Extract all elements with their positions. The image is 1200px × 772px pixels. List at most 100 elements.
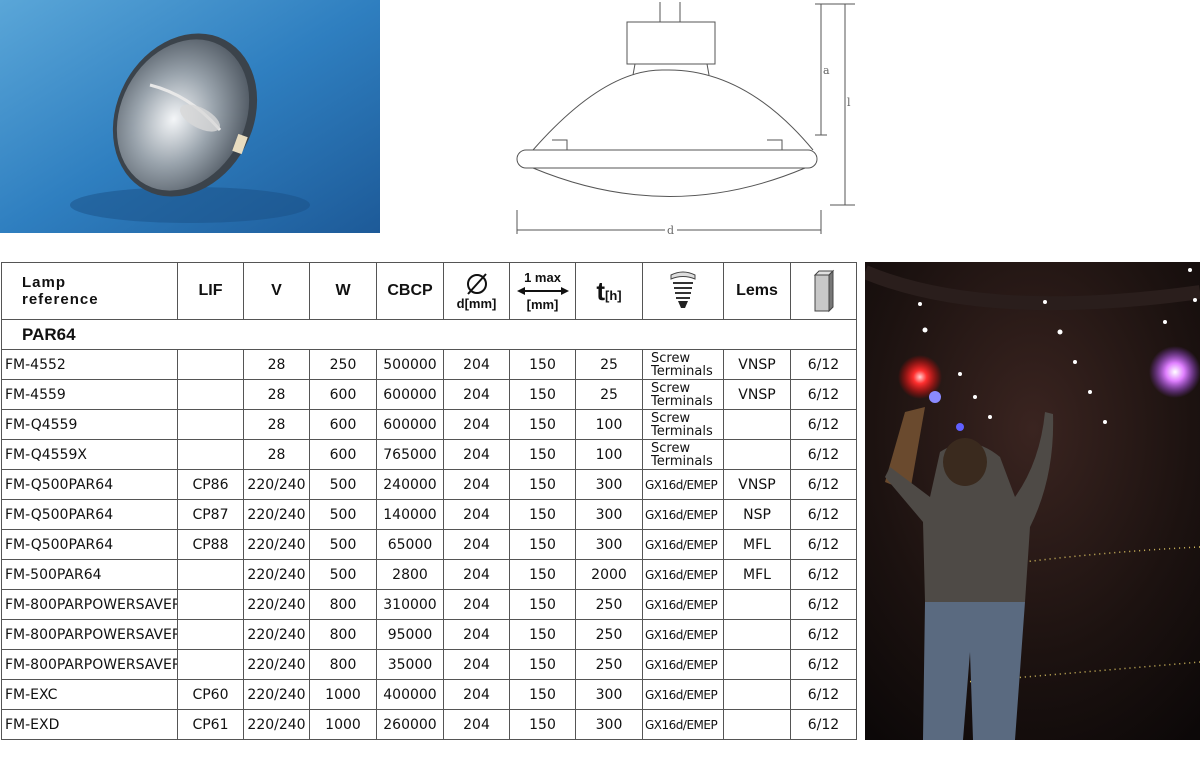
cell-wattage: 800 <box>309 619 377 650</box>
table-row: FM-EXD CP61 220/240 1000 260000 204 150 300 GX16… <box>1 709 857 740</box>
diameter-icon <box>466 272 487 295</box>
section-row: PAR64 <box>1 319 857 350</box>
cell-voltage: 220/240 <box>243 679 310 710</box>
cell-lamp-reference: FM-EXD <box>1 709 178 740</box>
cell-life-hours: 300 <box>575 529 643 560</box>
pack-box-icon <box>813 269 834 313</box>
cell-lamp-reference: FM-800PARPOWERSAVER" <box>1 619 178 650</box>
cell-diameter: 204 <box>443 559 510 590</box>
header-life-hours: t[h] <box>575 262 643 320</box>
cell-voltage: 220/240 <box>243 559 310 590</box>
cell-cbcp: 765000 <box>376 439 444 470</box>
cell-lif <box>177 349 244 380</box>
cell-length: 150 <box>509 589 576 620</box>
cell-lens: VNSP <box>723 349 791 380</box>
cell-wattage: 500 <box>309 559 377 590</box>
cell-pack: 6/12 <box>790 709 857 740</box>
lamp-base-shape <box>626 21 716 65</box>
cell-length: 150 <box>509 559 576 590</box>
cell-length: 150 <box>509 529 576 560</box>
cell-pack: 6/12 <box>790 469 857 500</box>
table-header-row: Lamp reference LIF V W CBCP d[mm] 1 max <box>1 262 857 320</box>
cell-voltage: 220/240 <box>243 589 310 620</box>
cell-lens: NSP <box>723 499 791 530</box>
cell-lens <box>723 679 791 710</box>
cell-lens: MFL <box>723 559 791 590</box>
cell-life-hours: 250 <box>575 649 643 680</box>
cell-lif <box>177 619 244 650</box>
cell-length: 150 <box>509 619 576 650</box>
cell-voltage: 28 <box>243 379 310 410</box>
cell-life-hours: 250 <box>575 589 643 620</box>
cell-length: 150 <box>509 379 576 410</box>
cell-cbcp: 310000 <box>376 589 444 620</box>
rim-tabs <box>552 139 783 150</box>
header-wattage: W <box>309 262 377 320</box>
header-voltage: V <box>243 262 310 320</box>
cell-lamp-reference: FM-Q4559X <box>1 439 178 470</box>
table-row: FM-Q4559 28 600 600000 204 150 100 Screw Termina… <box>1 409 857 440</box>
cell-cap: Screw Terminals <box>642 409 724 440</box>
cell-lif <box>177 649 244 680</box>
cell-cap: Screw Terminals <box>642 439 724 470</box>
cell-cbcp: 600000 <box>376 409 444 440</box>
cell-lens <box>723 649 791 680</box>
cell-cbcp: 65000 <box>376 529 444 560</box>
header-lens: Lems <box>723 262 791 320</box>
header-diameter: d[mm] <box>443 262 510 320</box>
cell-voltage: 220/240 <box>243 649 310 680</box>
cell-cbcp: 95000 <box>376 619 444 650</box>
cell-diameter: 204 <box>443 469 510 500</box>
cell-lamp-reference: FM-EXC <box>1 679 178 710</box>
cell-diameter: 204 <box>443 619 510 650</box>
cell-lif <box>177 559 244 590</box>
cell-voltage: 28 <box>243 409 310 440</box>
lamp-base-icon <box>670 271 696 308</box>
cell-lens <box>723 439 791 470</box>
cell-life-hours: 300 <box>575 679 643 710</box>
cell-diameter: 204 <box>443 709 510 740</box>
cell-lamp-reference: FM-500PAR64 <box>1 559 178 590</box>
cell-wattage: 250 <box>309 349 377 380</box>
cell-lens <box>723 409 791 440</box>
cell-voltage: 220/240 <box>243 499 310 530</box>
cell-cap: Screw Terminals <box>642 379 724 410</box>
cell-life-hours: 300 <box>575 499 643 530</box>
cell-length: 150 <box>509 679 576 710</box>
cell-wattage: 600 <box>309 439 377 470</box>
cell-pack: 6/12 <box>790 499 857 530</box>
cell-pack: 6/12 <box>790 529 857 560</box>
cell-length: 150 <box>509 409 576 440</box>
cell-life-hours: 100 <box>575 439 643 470</box>
header-lif: LIF <box>177 262 244 320</box>
cell-wattage: 800 <box>309 589 377 620</box>
cell-cbcp: 500000 <box>376 349 444 380</box>
cell-voltage: 28 <box>243 349 310 380</box>
cell-life-hours: 25 <box>575 349 643 380</box>
header-lamp-reference: Lamp reference <box>1 262 178 320</box>
cell-voltage: 220/240 <box>243 709 310 740</box>
cell-voltage: 220/240 <box>243 469 310 500</box>
cell-lamp-reference: FM-Q500PAR64 <box>1 469 178 500</box>
cell-lif: CP61 <box>177 709 244 740</box>
cell-pack: 6/12 <box>790 349 857 380</box>
cell-cbcp: 260000 <box>376 709 444 740</box>
cell-pack: 6/12 <box>790 589 857 620</box>
cell-lamp-reference: FM-Q500PAR64 <box>1 499 178 530</box>
cell-diameter: 204 <box>443 439 510 470</box>
cell-diameter: 204 <box>443 589 510 620</box>
cell-cap: GX16d/EMEP <box>642 619 724 650</box>
table-row: FM-EXC CP60 220/240 1000 400000 204 150 300 GX16… <box>1 679 857 710</box>
cell-wattage: 600 <box>309 409 377 440</box>
cell-lif <box>177 409 244 440</box>
cell-lamp-reference: FM-4559 <box>1 379 178 410</box>
cell-life-hours: 250 <box>575 619 643 650</box>
cell-lens: VNSP <box>723 379 791 410</box>
lamp-spec-table: Lamp reference LIF V W CBCP d[mm] 1 max <box>1 262 857 740</box>
table-row: FM-Q500PAR64 CP86 220/240 500 240000 204 150 30… <box>1 469 857 500</box>
cell-lif <box>177 439 244 470</box>
cell-life-hours: 300 <box>575 709 643 740</box>
cell-life-hours: 2000 <box>575 559 643 590</box>
cell-lif <box>177 589 244 620</box>
cell-pack: 6/12 <box>790 559 857 590</box>
